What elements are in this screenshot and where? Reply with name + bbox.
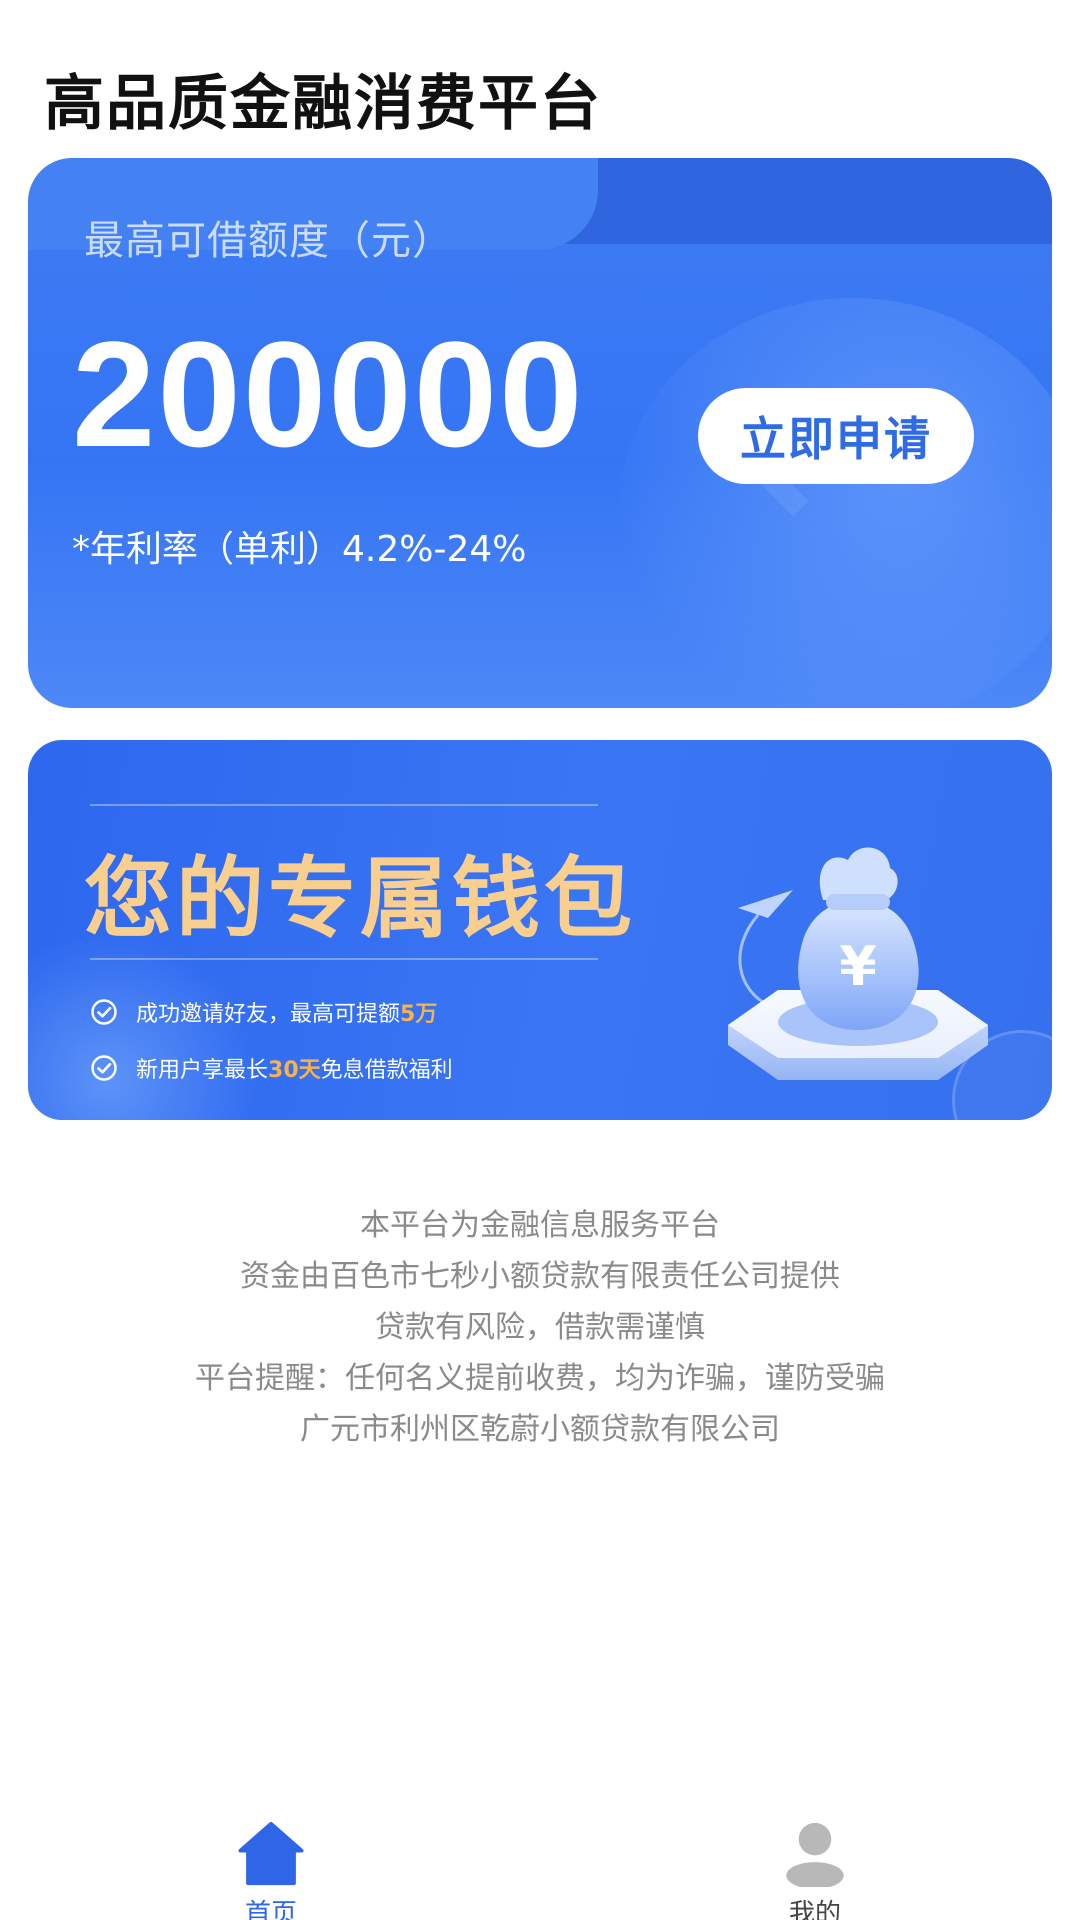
- page-title: 高品质金融消费平台: [44, 69, 602, 139]
- wallet-feature-invite: 成功邀请好友，最高可提额 5万: [90, 996, 437, 1028]
- disclaimer-line: 贷款有风险，借款需谨慎: [375, 1310, 705, 1345]
- check-circle-icon: [91, 1055, 117, 1081]
- apply-now-button[interactable]: 立即申请: [698, 388, 974, 484]
- feature-highlight: 30天: [268, 1058, 321, 1083]
- divider-line: [90, 958, 598, 960]
- home-icon: [238, 1821, 304, 1886]
- nav-item-mine[interactable]: 我的: [735, 1820, 895, 1920]
- wallet-feature-interest-free: 新用户享最长 30天 免息借款福利: [90, 1052, 453, 1084]
- annual-rate-text: *年利率（单利）4.2%-24%: [72, 529, 527, 570]
- money-bag-icon: ¥: [728, 847, 988, 1080]
- card-tab-decoration: [552, 158, 1052, 244]
- page: 高品质金融消费平台 最高可借额度（元） 200000 立即申请 *年利率（单利）…: [0, 0, 1080, 1920]
- check-circle-icon: [91, 999, 117, 1025]
- feature-highlight: 5万: [400, 1002, 438, 1027]
- wallet-title: 您的专属钱包: [84, 847, 637, 950]
- disclaimer: 本平台为金融信息服务平台 资金由百色市七秒小额贷款有限责任公司提供 贷款有风险，…: [0, 1200, 1080, 1455]
- feature-text: 成功邀请好友，最高可提额: [136, 1002, 401, 1027]
- nav-item-home[interactable]: 首页: [191, 1820, 351, 1920]
- card-circle-decoration: [618, 298, 1052, 708]
- disclaimer-line: 本平台为金融信息服务平台: [360, 1208, 720, 1243]
- wallet-banner[interactable]: 您的专属钱包 成功邀请好友，最高可提额5万 新用户享最长30天免息借款福利: [28, 740, 1052, 1120]
- loan-card[interactable]: 最高可借额度（元） 200000 立即申请 *年利率（单利）4.2%-24%: [28, 158, 1052, 708]
- max-credit-label: 最高可借额度（元）: [84, 218, 453, 264]
- svg-text:¥: ¥: [839, 935, 877, 998]
- bottom-nav: 首页 我的: [0, 1800, 1080, 1920]
- disclaimer-line: 广元市利州区乾蔚小额贷款有限公司: [300, 1412, 780, 1447]
- nav-label-mine: 我的: [788, 1899, 841, 1920]
- max-credit-amount: 200000: [72, 310, 585, 478]
- feature-text: 新用户享最长: [136, 1058, 269, 1083]
- user-icon: [786, 1822, 844, 1887]
- feature-text: 免息借款福利: [320, 1058, 453, 1083]
- nav-label-home: 首页: [244, 1899, 297, 1920]
- divider-line: [90, 804, 598, 806]
- disclaimer-line: 资金由百色市七秒小额贷款有限责任公司提供: [240, 1259, 840, 1294]
- disclaimer-line: 平台提醒：任何名义提前收费，均为诈骗，谨防受骗: [195, 1361, 885, 1396]
